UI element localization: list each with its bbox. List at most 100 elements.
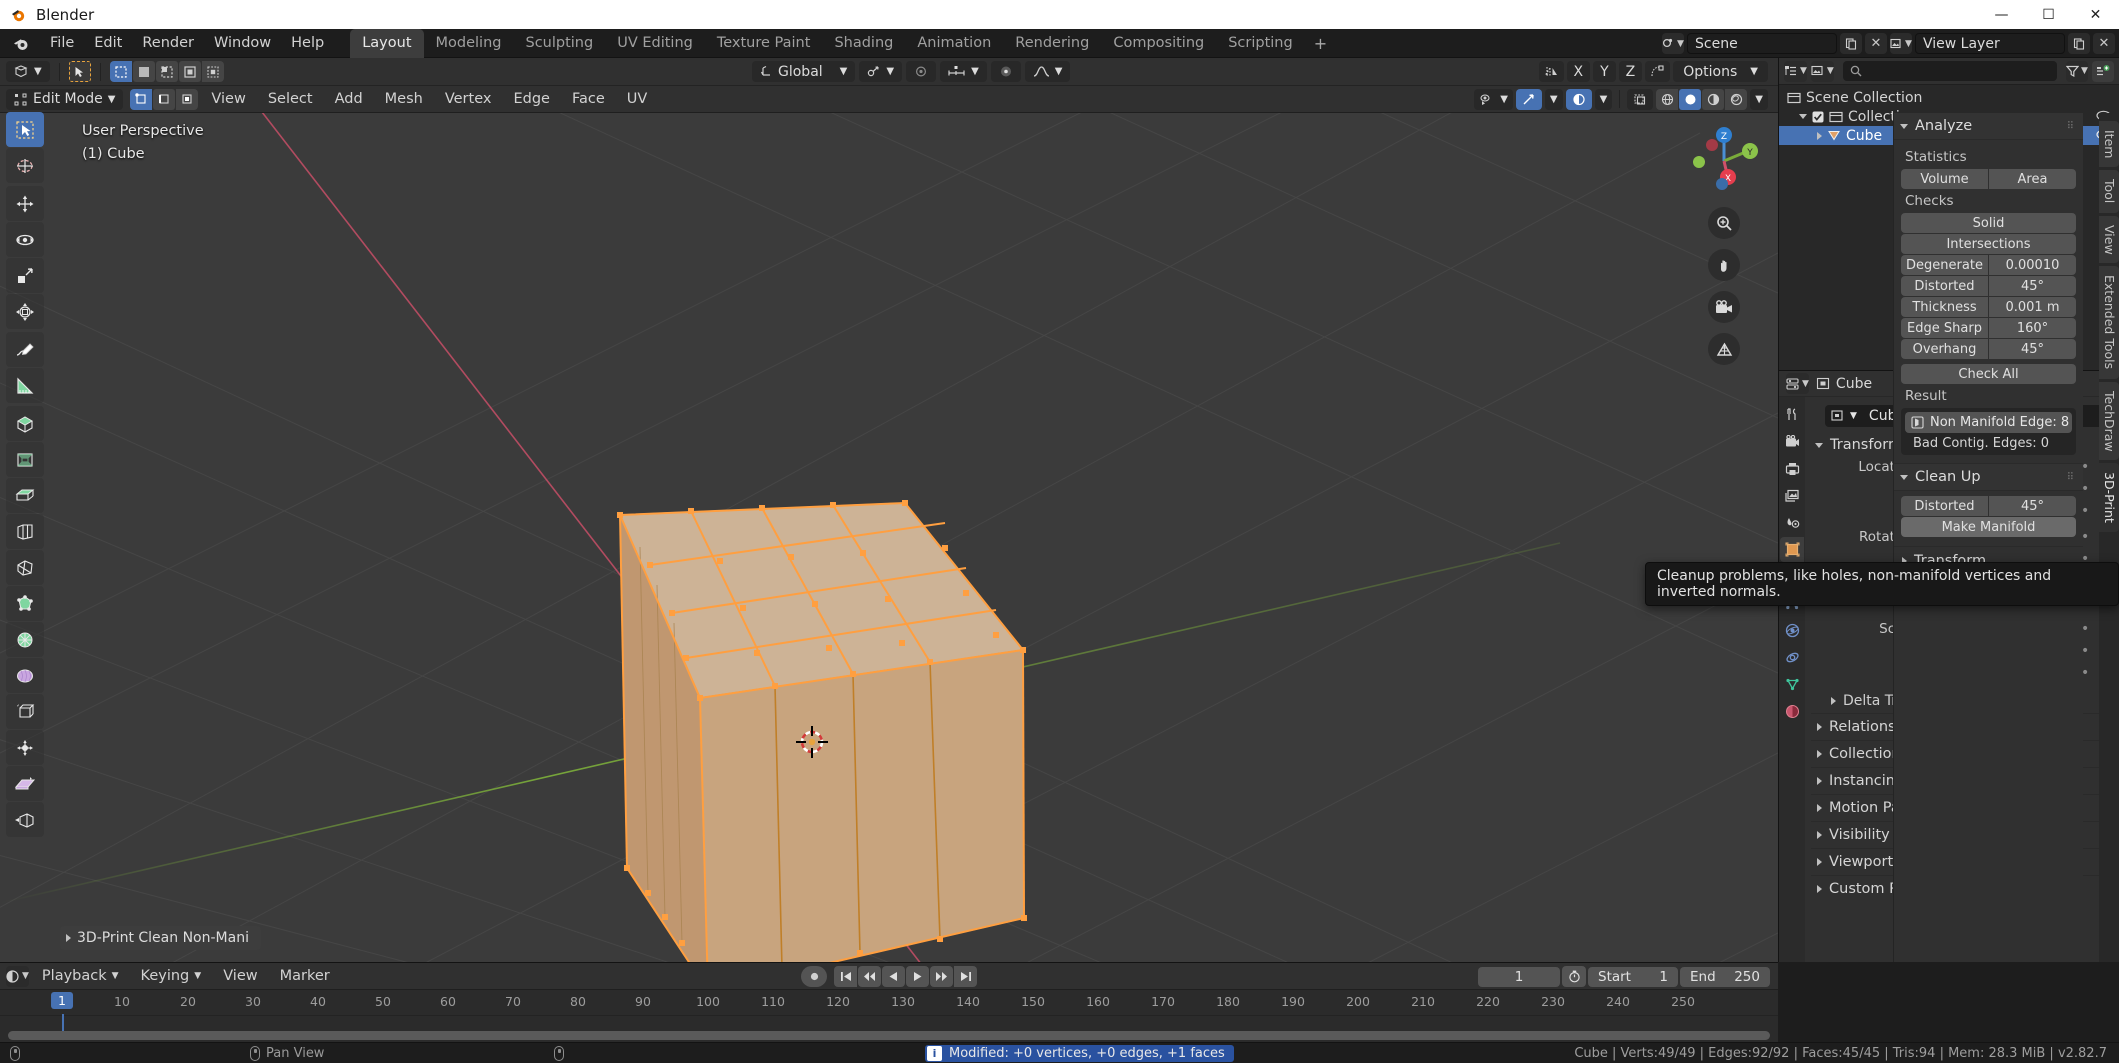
timeline-horizontal-scrollbar[interactable] [8,1031,1770,1040]
properties-editor-type-icon[interactable]: ▼ [1786,373,1809,394]
tool-knife[interactable] [6,550,44,585]
mirror-z-toggle[interactable]: Z [1619,61,1643,82]
snap-toggle[interactable]: ▼ [859,61,902,82]
tool-scale[interactable] [6,258,44,293]
workspace-tab-sculpting[interactable]: Sculpting [513,29,605,58]
workspace-tab-rendering[interactable]: Rendering [1003,29,1101,58]
menu-window[interactable]: Window [204,32,281,54]
area-button[interactable]: Area [1989,169,2076,189]
workspace-tab-layout[interactable]: Layout [350,29,423,58]
gizmo-dropdown[interactable]: ▼ [1545,89,1563,110]
tool-move[interactable] [6,186,44,221]
tool-inset-faces[interactable] [6,442,44,477]
add-workspace-button[interactable]: + [1305,32,1336,55]
thickness-check-button[interactable]: Thickness [1901,297,1988,317]
tool-transform[interactable] [6,294,44,329]
sidebar-tab-item[interactable]: Item [2099,121,2119,167]
collection-checkbox[interactable] [1812,111,1824,123]
overhang-value-field[interactable]: 45° [1989,339,2076,359]
workspace-tab-modeling[interactable]: Modeling [424,29,514,58]
solid-shading-icon[interactable] [1679,89,1701,110]
jump-to-start-icon[interactable] [834,966,857,987]
maximize-button[interactable]: ☐ [2025,0,2072,29]
select-subtract-icon[interactable] [156,61,178,82]
tool-annotate[interactable] [6,332,44,367]
use-preview-range-icon[interactable] [1562,966,1586,987]
timeline-menu-marker[interactable]: Marker [271,966,339,986]
play-icon[interactable] [906,966,929,987]
outliner-search-input[interactable] [1843,61,2057,81]
distorted-value-field[interactable]: 45° [1989,276,2076,296]
mirror-y-toggle[interactable]: Y [1593,61,1616,82]
cube-mesh[interactable] [0,113,1778,962]
sidebar-tab-tool[interactable]: Tool [2099,170,2119,212]
tool-cursor[interactable] [6,148,44,183]
menu-view[interactable]: View [202,89,254,109]
3d-viewport[interactable]: User Perspective (1) Cube Z Y X [0,113,1778,962]
thickness-value-field[interactable]: 0.001 m [1989,297,2076,317]
timeline-ruler[interactable]: 1 10 20 30 40 50 60 70 80 90 100 110 120… [0,990,1778,1016]
tool-rip-region[interactable] [6,730,44,765]
solid-check-button[interactable]: Solid [1901,213,2076,233]
delete-viewlayer-icon[interactable]: ✕ [2093,33,2115,54]
workspace-tab-scripting[interactable]: Scripting [1216,29,1304,58]
scene-name-field[interactable]: Scene [1687,33,1837,54]
close-button[interactable]: ✕ [2072,0,2119,29]
outliner-row-scene-collection[interactable]: Scene Collection [1779,88,2119,107]
edge-sharp-value-field[interactable]: 160° [1989,318,2076,338]
tool-loop-cut[interactable] [6,514,44,549]
cleanup-distorted-value[interactable]: 45° [1989,496,2076,516]
menu-select[interactable]: Select [259,89,322,109]
toggle-orthographic-icon[interactable] [1708,333,1740,365]
volume-button[interactable]: Volume [1901,169,1988,189]
tool-shear[interactable] [6,694,44,729]
overhang-check-button[interactable]: Overhang [1901,339,1988,359]
navigation-gizmo[interactable]: Z Y X [1686,121,1762,197]
new-scene-icon[interactable] [1840,33,1862,54]
properties-tab-output[interactable] [1780,456,1804,481]
wireframe-shading-icon[interactable] [1656,89,1678,110]
sidebar-tab-extended-tools[interactable]: Extended Tools [2099,266,2119,378]
degenerate-check-button[interactable]: Degenerate [1901,255,1988,275]
scene-browse-icon[interactable]: ▼ [1662,33,1684,54]
shading-dropdown[interactable]: ▼ [1750,89,1768,110]
visibility-dropdown[interactable]: ▼ [1474,89,1513,110]
degenerate-value-field[interactable]: 0.00010 [1989,255,2076,275]
select-intersect-icon[interactable] [202,61,224,82]
gizmo-toggle[interactable] [1516,89,1542,110]
properties-tab-object[interactable] [1780,537,1804,562]
properties-tab-physics[interactable] [1780,618,1804,643]
interaction-mode-dropdown[interactable]: Edit Mode ▼ [6,89,123,110]
falloff-curve-icon[interactable]: ▼ [1025,61,1071,82]
select-set-icon[interactable] [110,61,132,82]
select-extend-icon[interactable] [133,61,155,82]
cleanup-distorted-button[interactable]: Distorted [1901,496,1988,516]
xray-toggle[interactable] [1627,89,1653,110]
material-preview-shading-icon[interactable] [1702,89,1724,110]
menu-help[interactable]: Help [281,32,334,54]
edge-select-mode-icon[interactable] [153,89,175,110]
viewport-options-dropdown[interactable]: Options ▼ [1673,61,1768,82]
uv-mirror-icon[interactable] [1645,61,1670,82]
sidebar-tab-techdraw[interactable]: TechDraw [2099,382,2119,461]
jump-to-end-icon[interactable] [954,966,977,987]
non-manifold-edge-result[interactable]: Non Manifold Edge: 8 [1905,412,2072,433]
play-reverse-icon[interactable] [882,966,905,987]
tool-measure[interactable] [6,368,44,403]
workspace-tab-texture-paint[interactable]: Texture Paint [705,29,823,58]
menu-edit[interactable]: Edit [84,32,132,54]
overlays-dropdown[interactable]: ▼ [1595,89,1613,110]
menu-uv[interactable]: UV [618,89,657,109]
menu-mesh[interactable]: Mesh [376,89,432,109]
end-frame-field[interactable]: End 250 [1680,967,1770,987]
current-frame-field[interactable]: 1 [1478,967,1560,987]
timeline-menu-view[interactable]: View [214,966,266,986]
minimize-button[interactable]: — [1978,0,2025,29]
tool-edge-slide[interactable] [6,802,44,837]
timeline-menu-keying[interactable]: Keying▼ [132,966,211,986]
tool-smooth[interactable] [6,658,44,693]
properties-tab-view-layer[interactable] [1780,483,1804,508]
tweak-select-icon[interactable] [69,61,91,82]
proportional-edit-toggle[interactable] [906,61,936,82]
viewlayer-browse-icon[interactable]: ▼ [1890,33,1912,54]
